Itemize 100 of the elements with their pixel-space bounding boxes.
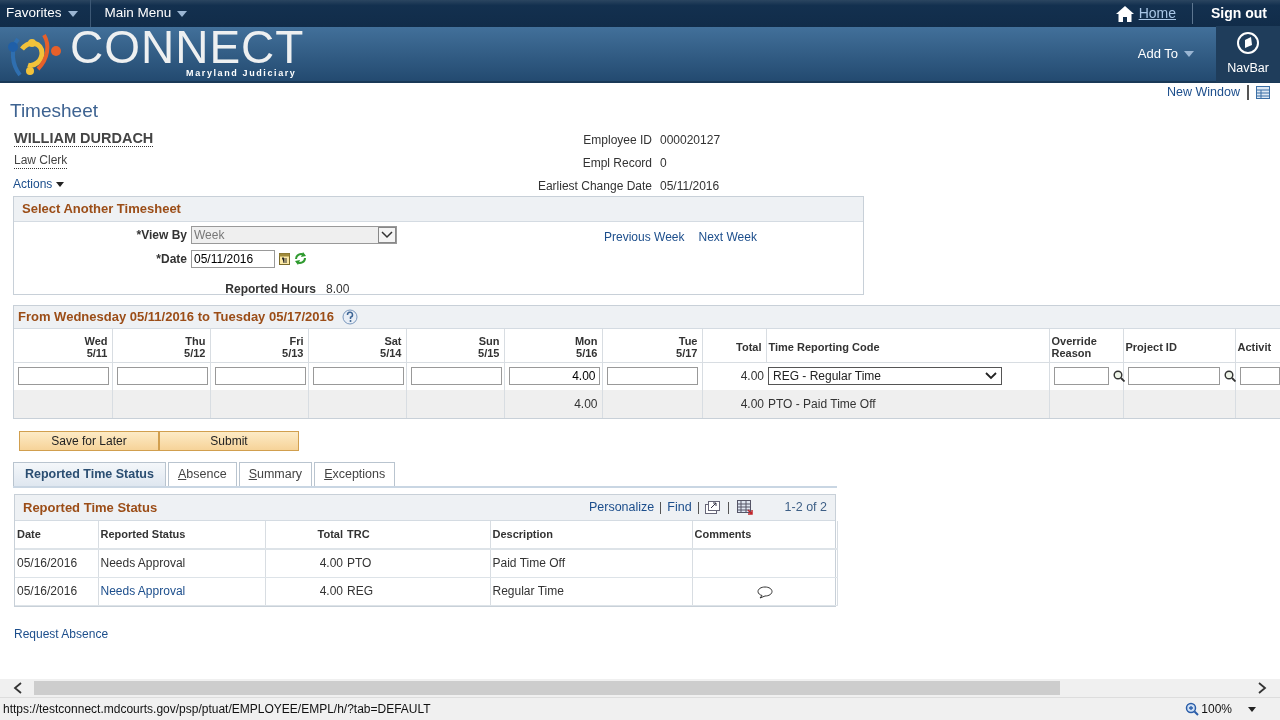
spreadsheet-download-icon[interactable]: [736, 500, 753, 515]
section-title: Reported Time Status: [23, 498, 159, 517]
grid-tool-link[interactable]: Personalize: [588, 498, 655, 517]
table-cell: 4.00: [319, 584, 343, 599]
page-title: Timesheet: [9, 100, 99, 122]
table-cell: Needs Approval: [100, 556, 186, 571]
navbar-button[interactable]: NavBar: [1216, 26, 1280, 82]
menu-button[interactable]: Main Menu: [90, 0, 200, 27]
lookup-input[interactable]: [1053, 367, 1109, 386]
hours-input[interactable]: [410, 367, 502, 386]
lookup-input[interactable]: [1127, 367, 1220, 386]
action-button[interactable]: Submit: [159, 431, 299, 451]
chevron-down-icon: [985, 372, 997, 381]
sign-out-link[interactable]: Sign out: [1192, 3, 1280, 24]
field-label: Reported Hours: [224, 280, 316, 298]
column-header: Time Reporting Code: [766, 328, 1049, 362]
hours-input[interactable]: [18, 367, 109, 386]
new-window-link[interactable]: New Window: [1167, 84, 1240, 100]
week-link[interactable]: Previous Week: [604, 227, 685, 298]
hours-input[interactable]: 4.00: [508, 367, 600, 386]
hours-input[interactable]: [116, 367, 208, 386]
field-label: Empl Record: [581, 155, 652, 171]
table-cell: Regular Time: [492, 584, 564, 599]
action-button[interactable]: Save for Later: [19, 431, 159, 451]
hours-input[interactable]: [214, 367, 306, 386]
calendar-icon[interactable]: [279, 252, 290, 265]
horizontal-scrollbar[interactable]: [0, 679, 1280, 697]
table-cell: 05/16/2016: [17, 584, 78, 599]
column-header: Fri 5/13: [210, 328, 308, 362]
column-header: Reported Status: [98, 521, 265, 550]
search-icon[interactable]: [1223, 370, 1236, 383]
hours-input[interactable]: [606, 367, 698, 386]
time-reporting-code-dropdown[interactable]: REG - Regular Time: [768, 367, 1002, 386]
column-header: Date: [15, 521, 98, 550]
request-absence-link[interactable]: Request Absence: [14, 625, 109, 644]
column-header: Project ID: [1123, 328, 1235, 362]
column-header: Thu 5/12: [112, 328, 210, 362]
column-header: Sun 5/15: [406, 328, 504, 362]
field-label: Earliest Change Date: [536, 178, 652, 194]
table-cell: Paid Time Off: [492, 556, 565, 571]
column-header: Override Reason: [1049, 328, 1123, 362]
caret-icon: [177, 10, 188, 17]
lookup-input[interactable]: [1239, 367, 1280, 386]
tab[interactable]: Absence: [167, 462, 237, 486]
grid-tool-link[interactable]: Find: [667, 498, 692, 517]
field-label: *View By: [135, 226, 187, 244]
table-icon[interactable]: [1256, 85, 1270, 99]
home-icon[interactable]: [1115, 5, 1134, 22]
scrollbar-thumb[interactable]: [34, 681, 1060, 695]
reported-hours-value: 8.00: [326, 280, 350, 298]
table-cell: 4.00: [319, 556, 343, 571]
column-header: Sat 5/14: [308, 328, 406, 362]
job-title[interactable]: Law Clerk: [14, 152, 68, 169]
column-header: Comments: [692, 521, 837, 550]
logo-subtitle: Maryland Judiciary: [185, 67, 297, 81]
column-header: Total: [265, 521, 345, 550]
popup-window-icon[interactable]: [704, 501, 720, 514]
caret-icon: [1184, 51, 1194, 57]
field-label: *Date: [155, 250, 187, 268]
field-value: 05/11/2016: [660, 178, 720, 194]
zoom-icon[interactable]: [1185, 702, 1200, 716]
tab[interactable]: Exceptions: [314, 462, 396, 486]
search-icon[interactable]: [1112, 370, 1125, 383]
hours-input[interactable]: [312, 367, 404, 386]
employee-name[interactable]: WILLIAM DURDACH: [14, 130, 154, 147]
caret-icon: [67, 10, 78, 17]
caret-icon: [56, 181, 65, 187]
table-cell: REG: [347, 584, 373, 599]
field-value: 000020127: [660, 132, 721, 148]
tab[interactable]: Reported Time Status: [13, 462, 166, 486]
compass-icon: [1236, 30, 1260, 55]
column-header: Tue 5/17: [602, 328, 702, 362]
field-label: Employee ID: [582, 132, 652, 148]
refresh-icon[interactable]: [294, 252, 307, 265]
column-header: Wed 5/11: [14, 328, 112, 362]
add-to-menu[interactable]: Add To: [1137, 44, 1194, 64]
column-header: TRC: [345, 521, 490, 550]
caret-icon[interactable]: [1248, 706, 1256, 712]
week-link[interactable]: Next Week: [698, 227, 757, 298]
tab[interactable]: Summary: [238, 462, 313, 486]
help-icon[interactable]: [342, 308, 359, 325]
zoom-level[interactable]: 100%: [1201, 700, 1232, 718]
field-value: 0: [660, 155, 667, 171]
column-header: Total: [702, 328, 766, 362]
row-count: 1-2 of 2: [784, 499, 827, 517]
column-header: Activit: [1235, 328, 1280, 362]
table-cell: 05/16/2016: [17, 556, 78, 571]
section-title: From Wednesday 05/11/2016 to Tuesday 05/17/2016: [18, 308, 335, 326]
home-link[interactable]: Home: [1138, 3, 1176, 24]
total-value: 4.00: [740, 397, 764, 411]
date-input[interactable]: 05/11/2016: [191, 249, 275, 268]
section-title: Select Another Timesheet: [14, 197, 863, 222]
actions-menu[interactable]: Actions: [13, 176, 65, 192]
hours-value: 4.00: [574, 397, 598, 411]
column-header: Description: [490, 521, 692, 550]
column-header: Mon 5/16: [504, 328, 602, 362]
status-link[interactable]: Needs Approval: [100, 584, 186, 599]
table-cell: PTO: [347, 556, 372, 571]
speech-bubble-icon[interactable]: [756, 585, 773, 599]
status-url: https://testconnect.mdcourts.gov/psp/ptuat/EMPLOYEE/EMPL/h/?tab=DEFAULT: [3, 701, 432, 718]
